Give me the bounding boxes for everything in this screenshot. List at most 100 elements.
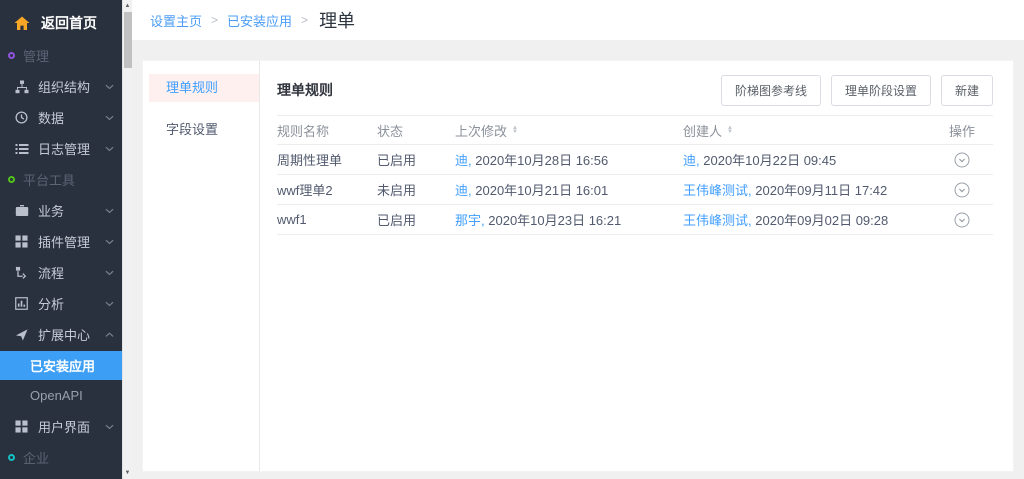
column-header-actions: 操作 xyxy=(931,121,993,140)
content-area: 理单规则 字段设置 理单规则 阶梯图参考线 理单阶段设置 新建 规则名称 状态 xyxy=(132,40,1024,479)
sidebar-item-workflow[interactable]: 流程 xyxy=(0,257,122,288)
chevron-down-icon xyxy=(105,270,114,276)
sidebar-item-analysis[interactable]: 分析 xyxy=(0,288,122,319)
chevron-down-icon xyxy=(105,84,114,90)
sidebar-section-enterprise: 企业 xyxy=(0,442,122,473)
sitemap-icon xyxy=(14,80,29,94)
chart-icon xyxy=(14,297,29,310)
column-header-label: 上次修改 xyxy=(455,121,507,140)
breadcrumb-separator: > xyxy=(211,13,218,27)
sidebar-item-label: 分析 xyxy=(38,294,64,313)
actions-cell xyxy=(931,182,993,198)
row-actions-dropdown-icon[interactable] xyxy=(954,182,970,198)
sidebar-section-admin: 管理 xyxy=(0,40,122,71)
create-new-button[interactable]: 新建 xyxy=(941,75,993,106)
main-area: 设置主页 > 已安装应用 > 理单 理单规则 字段设置 理单规则 阶梯图参考线 … xyxy=(132,0,1024,479)
column-header-label: 操作 xyxy=(949,121,975,140)
settings-tab-panel: 理单规则 字段设置 xyxy=(143,61,260,471)
sidebar-item-org-structure[interactable]: 组织结构 xyxy=(0,71,122,102)
sidebar-item-business[interactable]: 业务 xyxy=(0,195,122,226)
chevron-down-icon xyxy=(105,208,114,214)
sidebar-item-plugin-management[interactable]: 插件管理 xyxy=(0,226,122,257)
sidebar-subitem-installed-apps[interactable]: 已安装应用 xyxy=(0,351,122,380)
sidebar-item-log-management[interactable]: 日志管理 xyxy=(0,133,122,164)
sidebar-item-label: 插件管理 xyxy=(38,232,90,251)
chevron-down-icon xyxy=(105,146,114,152)
modifier-link[interactable]: 迪, xyxy=(455,183,472,198)
sidebar-item-label: 日志管理 xyxy=(38,139,90,158)
rule-status: 未启用 xyxy=(377,180,455,199)
flow-icon xyxy=(14,266,29,279)
last-modified-cell: 那宇, 2020年10月23日 16:21 xyxy=(455,210,683,229)
scrollbar-thumb[interactable] xyxy=(124,12,132,68)
sidebar: 返回首页 管理 组织结构 数据 日志管理 平台工具 xyxy=(0,0,122,479)
chevron-down-icon xyxy=(105,424,114,430)
sidebar-item-back-home[interactable]: 返回首页 xyxy=(0,6,122,40)
sidebar-item-label: 扩展中心 xyxy=(38,325,90,344)
section-label: 平台工具 xyxy=(23,170,75,189)
plugin-grid-icon xyxy=(14,235,29,248)
tab-field-settings[interactable]: 字段设置 xyxy=(149,116,259,144)
section-dot-icon xyxy=(8,454,15,461)
sidebar-item-label: 数据 xyxy=(38,108,64,127)
step-chart-reference-line-button[interactable]: 阶梯图参考线 xyxy=(721,75,821,106)
breadcrumb-separator: > xyxy=(301,13,308,27)
last-modified-cell: 迪, 2020年10月28日 16:56 xyxy=(455,150,683,169)
rule-name: wwf理单2 xyxy=(277,180,377,199)
column-header-last-modified: 上次修改 ▲▼ xyxy=(455,121,683,140)
stage-settings-button[interactable]: 理单阶段设置 xyxy=(831,75,931,106)
table-row: wwf1 已启用 那宇, 2020年10月23日 16:21 王伟峰测试, 20… xyxy=(277,205,993,235)
section-label: 管理 xyxy=(23,46,49,65)
modified-date: 2020年10月23日 16:21 xyxy=(488,213,621,228)
scroll-up-arrow-icon[interactable]: ▲ xyxy=(125,0,131,12)
toolbar: 阶梯图参考线 理单阶段设置 新建 xyxy=(721,75,993,106)
page-title: 理单 xyxy=(319,7,355,33)
briefcase-icon xyxy=(14,204,29,217)
panel-header: 理单规则 阶梯图参考线 理单阶段设置 新建 xyxy=(277,73,993,107)
created-date: 2020年09月02日 09:28 xyxy=(755,213,888,228)
row-actions-dropdown-icon[interactable] xyxy=(954,152,970,168)
column-header-label: 创建人 xyxy=(683,121,722,140)
content-card: 理单规则 字段设置 理单规则 阶梯图参考线 理单阶段设置 新建 规则名称 状态 xyxy=(142,60,1014,472)
actions-cell xyxy=(931,152,993,168)
chevron-down-icon xyxy=(105,115,114,121)
sidebar-subitem-openapi[interactable]: OpenAPI xyxy=(0,381,122,410)
creator-link[interactable]: 王伟峰测试, xyxy=(683,213,752,228)
sidebar-item-label: 业务 xyxy=(38,201,64,220)
section-dot-icon xyxy=(8,52,15,59)
sidebar-section-platform-tools: 平台工具 xyxy=(0,164,122,195)
chevron-down-icon xyxy=(105,301,114,307)
sidebar-item-data[interactable]: 数据 xyxy=(0,102,122,133)
tab-rule-settings[interactable]: 理单规则 xyxy=(149,74,259,102)
chevron-down-icon xyxy=(105,239,114,245)
table-header-row: 规则名称 状态 上次修改 ▲▼ 创建人 ▲▼ 操作 xyxy=(277,115,993,145)
sort-icon[interactable]: ▲▼ xyxy=(512,126,518,134)
rule-name: wwf1 xyxy=(277,212,377,227)
sidebar-item-label: 用户界面 xyxy=(38,417,90,436)
creator-cell: 王伟峰测试, 2020年09月02日 09:28 xyxy=(683,210,931,229)
breadcrumb: 设置主页 > 已安装应用 > 理单 xyxy=(132,0,1024,40)
sort-icon[interactable]: ▲▼ xyxy=(727,126,733,134)
breadcrumb-link-settings-home[interactable]: 设置主页 xyxy=(150,11,202,30)
modifier-link[interactable]: 迪, xyxy=(455,153,472,168)
creator-link[interactable]: 迪, xyxy=(683,153,700,168)
clock-icon xyxy=(14,111,29,124)
chevron-up-icon xyxy=(105,332,114,338)
rules-panel: 理单规则 阶梯图参考线 理单阶段设置 新建 规则名称 状态 上次修改 ▲▼ xyxy=(260,61,1013,471)
section-label: 企业 xyxy=(23,448,49,467)
sidebar-item-user-interface[interactable]: 用户界面 xyxy=(0,411,122,442)
section-dot-icon xyxy=(8,176,15,183)
scroll-down-arrow-icon[interactable]: ▼ xyxy=(125,467,131,479)
row-actions-dropdown-icon[interactable] xyxy=(954,212,970,228)
creator-cell: 王伟峰测试, 2020年09月11日 17:42 xyxy=(683,180,931,199)
back-home-label: 返回首页 xyxy=(41,13,97,33)
sidebar-item-extension-center[interactable]: 扩展中心 xyxy=(0,319,122,350)
creator-link[interactable]: 王伟峰测试, xyxy=(683,183,752,198)
rules-table: 规则名称 状态 上次修改 ▲▼ 创建人 ▲▼ 操作 xyxy=(277,115,993,235)
breadcrumb-link-installed-apps[interactable]: 已安装应用 xyxy=(227,11,292,30)
table-row: 周期性理单 已启用 迪, 2020年10月28日 16:56 迪, 2020年1… xyxy=(277,145,993,175)
sidebar-scrollbar[interactable]: ▲ ▼ xyxy=(122,0,132,479)
modifier-link[interactable]: 那宇, xyxy=(455,213,485,228)
rule-status: 已启用 xyxy=(377,150,455,169)
table-row: wwf理单2 未启用 迪, 2020年10月21日 16:01 王伟峰测试, 2… xyxy=(277,175,993,205)
